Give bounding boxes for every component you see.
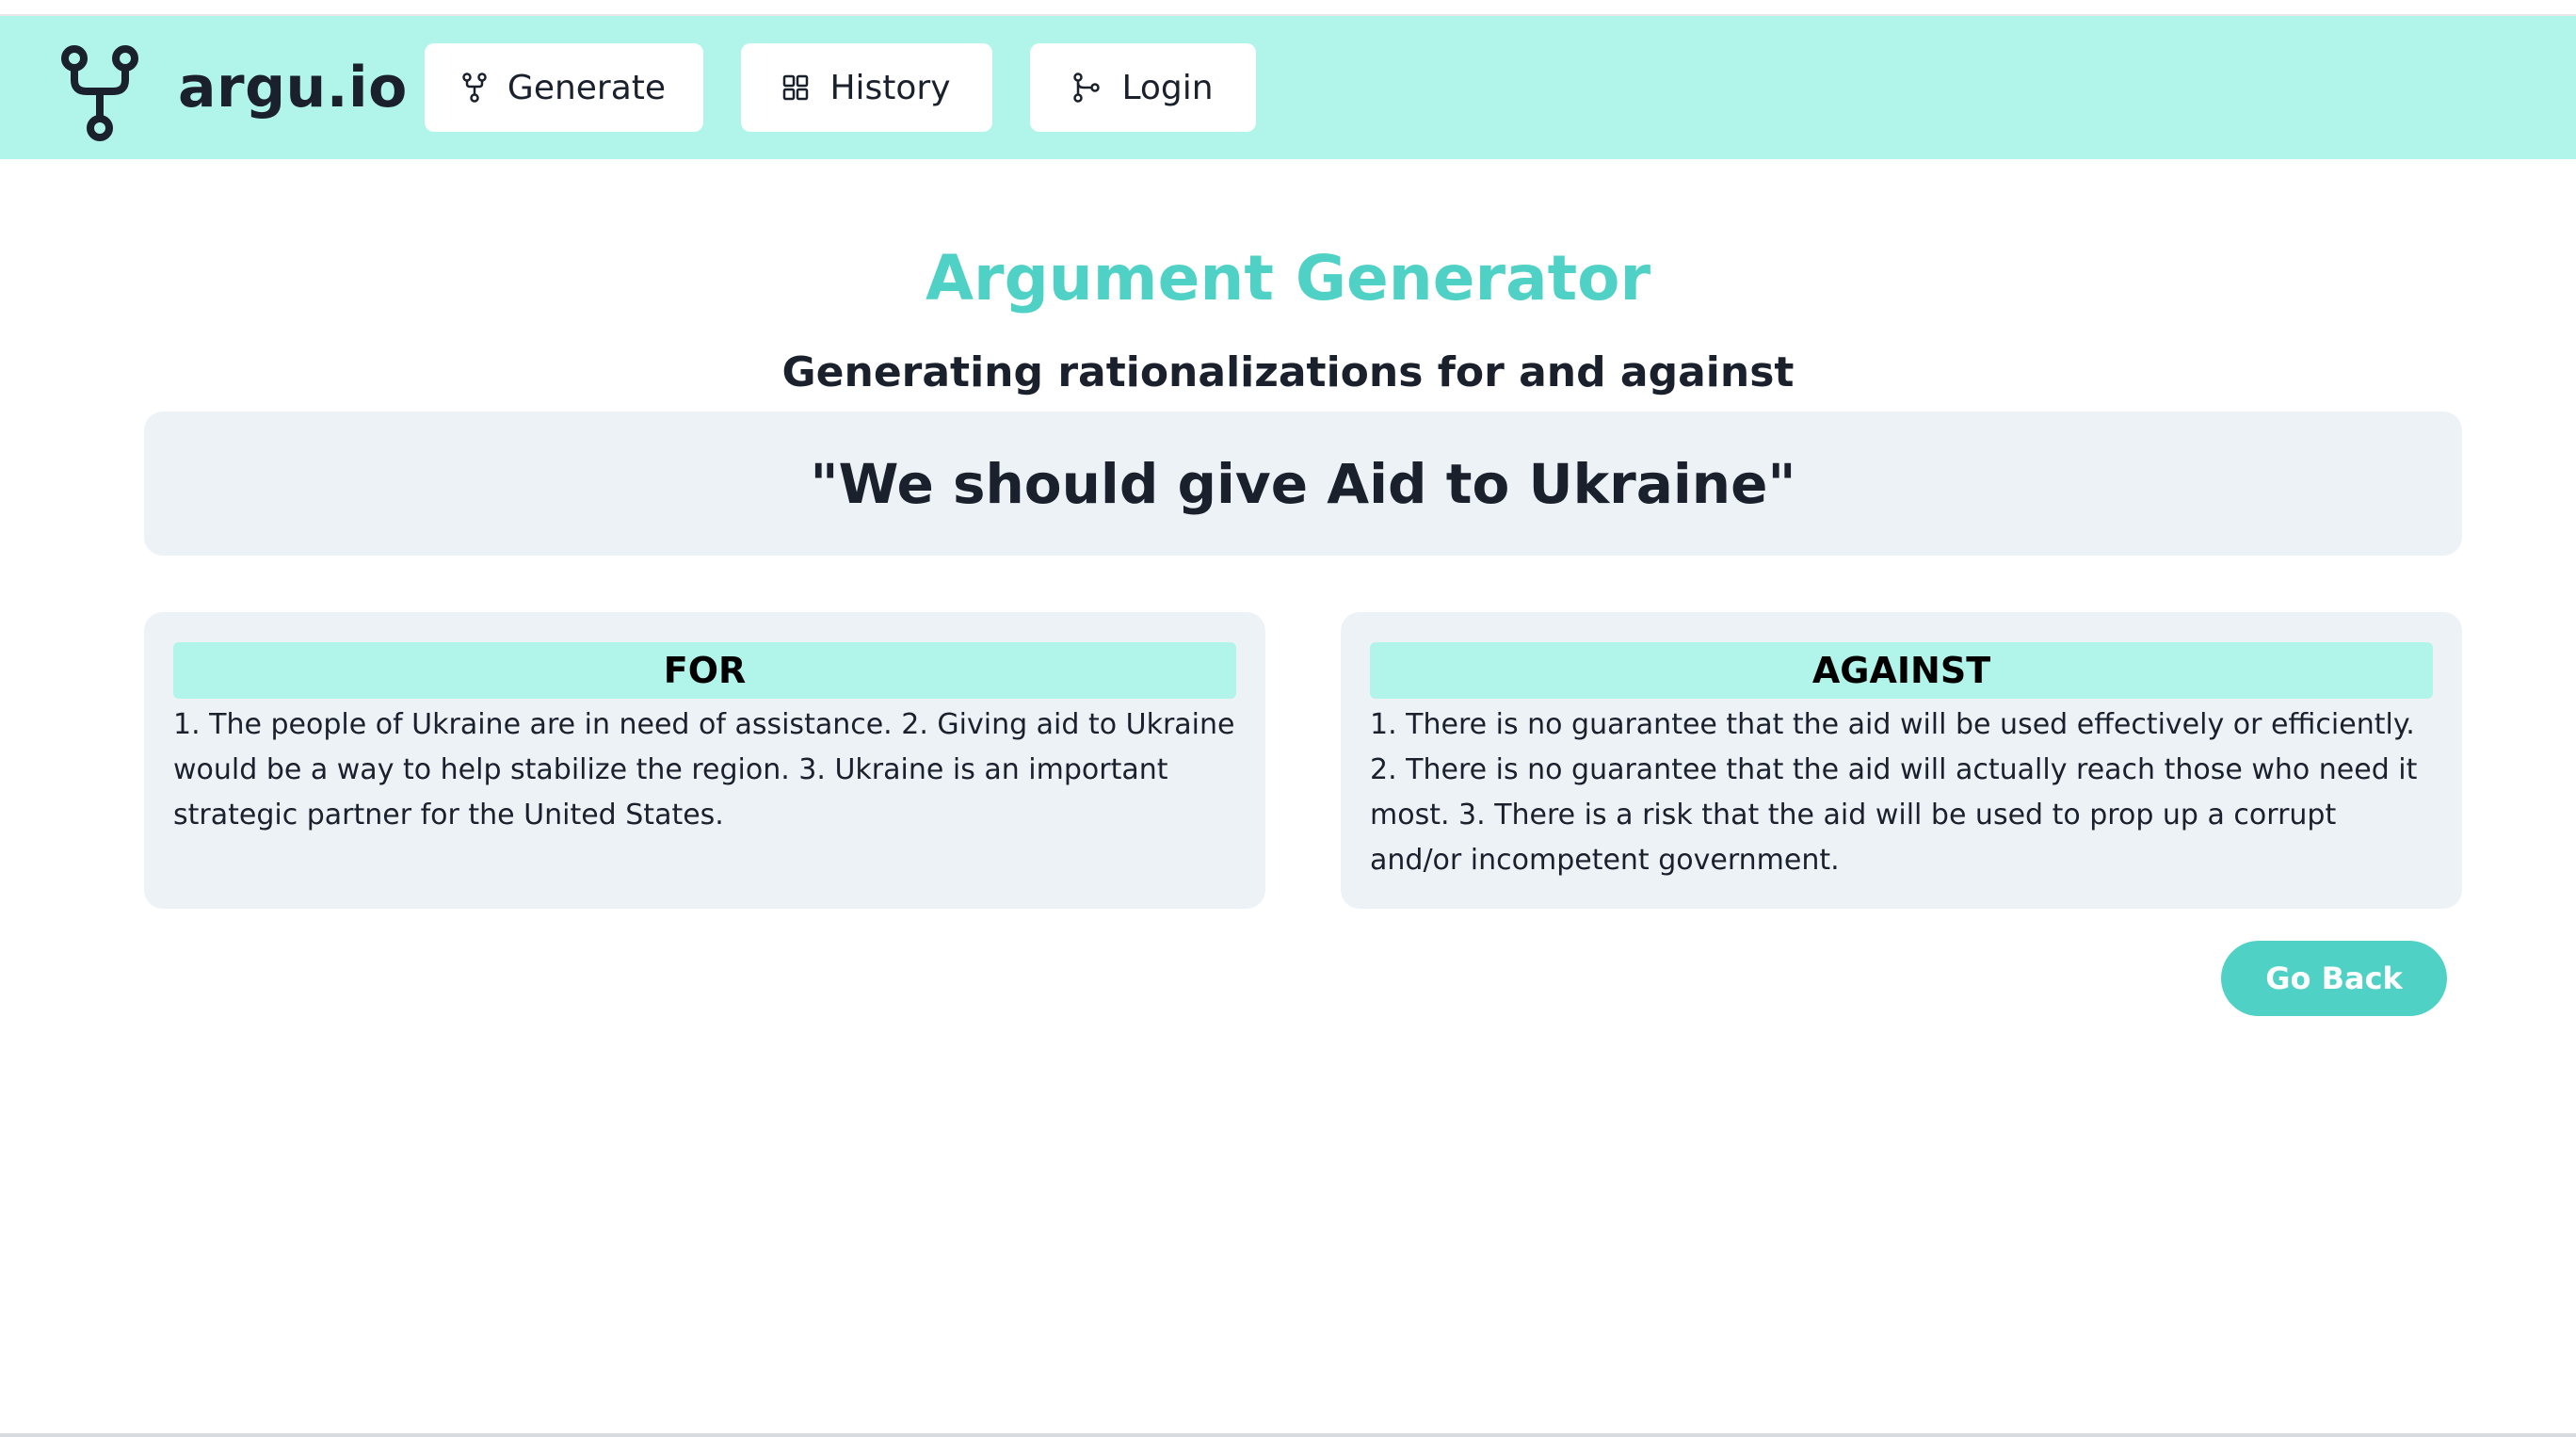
git-branch-icon — [1073, 73, 1101, 103]
topic-box: "We should give Aid to Ukraine" — [144, 412, 2462, 556]
grid-icon — [783, 74, 809, 101]
for-card: FOR 1. The people of Ukraine are in need… — [144, 612, 1265, 909]
browser-top-strip — [0, 0, 2576, 16]
against-arguments-text: 1. There is no guarantee that the aid wi… — [1370, 708, 2418, 877]
go-back-button[interactable]: Go Back — [2221, 941, 2447, 1016]
page-title: Argument Generator — [925, 242, 1651, 315]
fork-icon — [462, 73, 487, 103]
brand-name[interactable]: argu.io — [178, 54, 408, 121]
navbar: argu.io Generate History Login — [0, 16, 2576, 159]
for-arguments-text: 1. The people of Ukraine are in need of … — [173, 708, 1235, 832]
history-button[interactable]: History — [741, 43, 992, 132]
topic-statement: "We should give Aid to Ukraine" — [810, 451, 1796, 516]
login-button[interactable]: Login — [1030, 43, 1256, 132]
against-card: AGAINST 1. There is no guarantee that th… — [1341, 612, 2462, 909]
for-heading: FOR — [173, 642, 1236, 699]
against-heading: AGAINST — [1370, 642, 2433, 699]
bottom-border — [0, 1433, 2576, 1437]
branch-fork-icon[interactable] — [60, 44, 139, 142]
page-subtitle: Generating rationalizations for and agai… — [781, 348, 1795, 396]
generate-button[interactable]: Generate — [425, 43, 703, 132]
generate-button-label: Generate — [507, 68, 667, 107]
login-button-label: Login — [1121, 68, 1214, 107]
history-button-label: History — [829, 68, 951, 107]
